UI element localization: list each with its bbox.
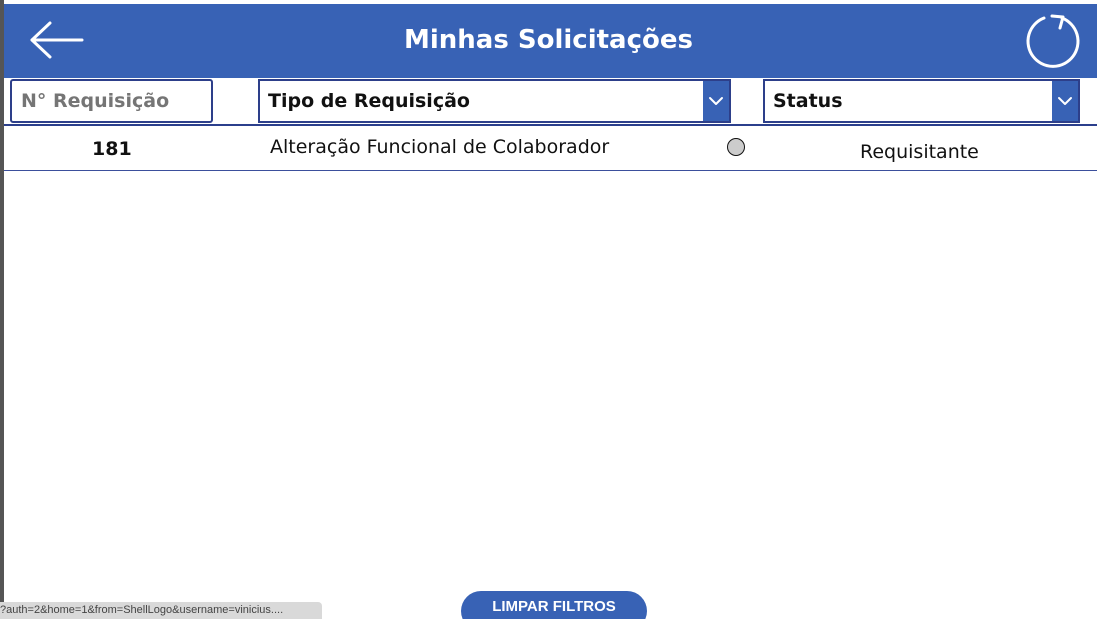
requisition-number: 181 [92,138,132,160]
status-dropdown-label: Status [773,90,843,112]
status-indicator-icon [727,138,745,156]
requisition-number-input[interactable] [10,79,213,123]
status-dropdown[interactable]: Status [763,79,1080,123]
type-dropdown[interactable]: Tipo de Requisição [258,79,731,123]
refresh-button[interactable] [1024,12,1082,70]
chevron-down-icon [1058,97,1072,105]
app-window: Minhas Solicitações Tipo de Requisição S… [0,0,1097,619]
clear-filters-button[interactable]: LIMPAR FILTROS [461,591,647,619]
type-dropdown-label: Tipo de Requisição [268,90,470,112]
requisition-type: Alteração Funcional de Colaborador [270,136,610,158]
table-row[interactable]: 181 Alteração Funcional de Colaborador R… [4,128,1097,170]
row-divider [4,170,1097,171]
status-bar-url: ?auth=2&home=1&from=ShellLogo&username=v… [0,602,322,619]
chevron-down-icon [709,97,723,105]
status-dropdown-toggle[interactable] [1052,81,1078,121]
filters-divider [4,124,1097,126]
refresh-icon [1026,14,1080,68]
page-title: Minhas Solicitações [404,25,693,55]
left-border [0,0,4,619]
type-dropdown-toggle[interactable] [703,81,729,121]
requisition-status: Requisitante [860,141,979,163]
